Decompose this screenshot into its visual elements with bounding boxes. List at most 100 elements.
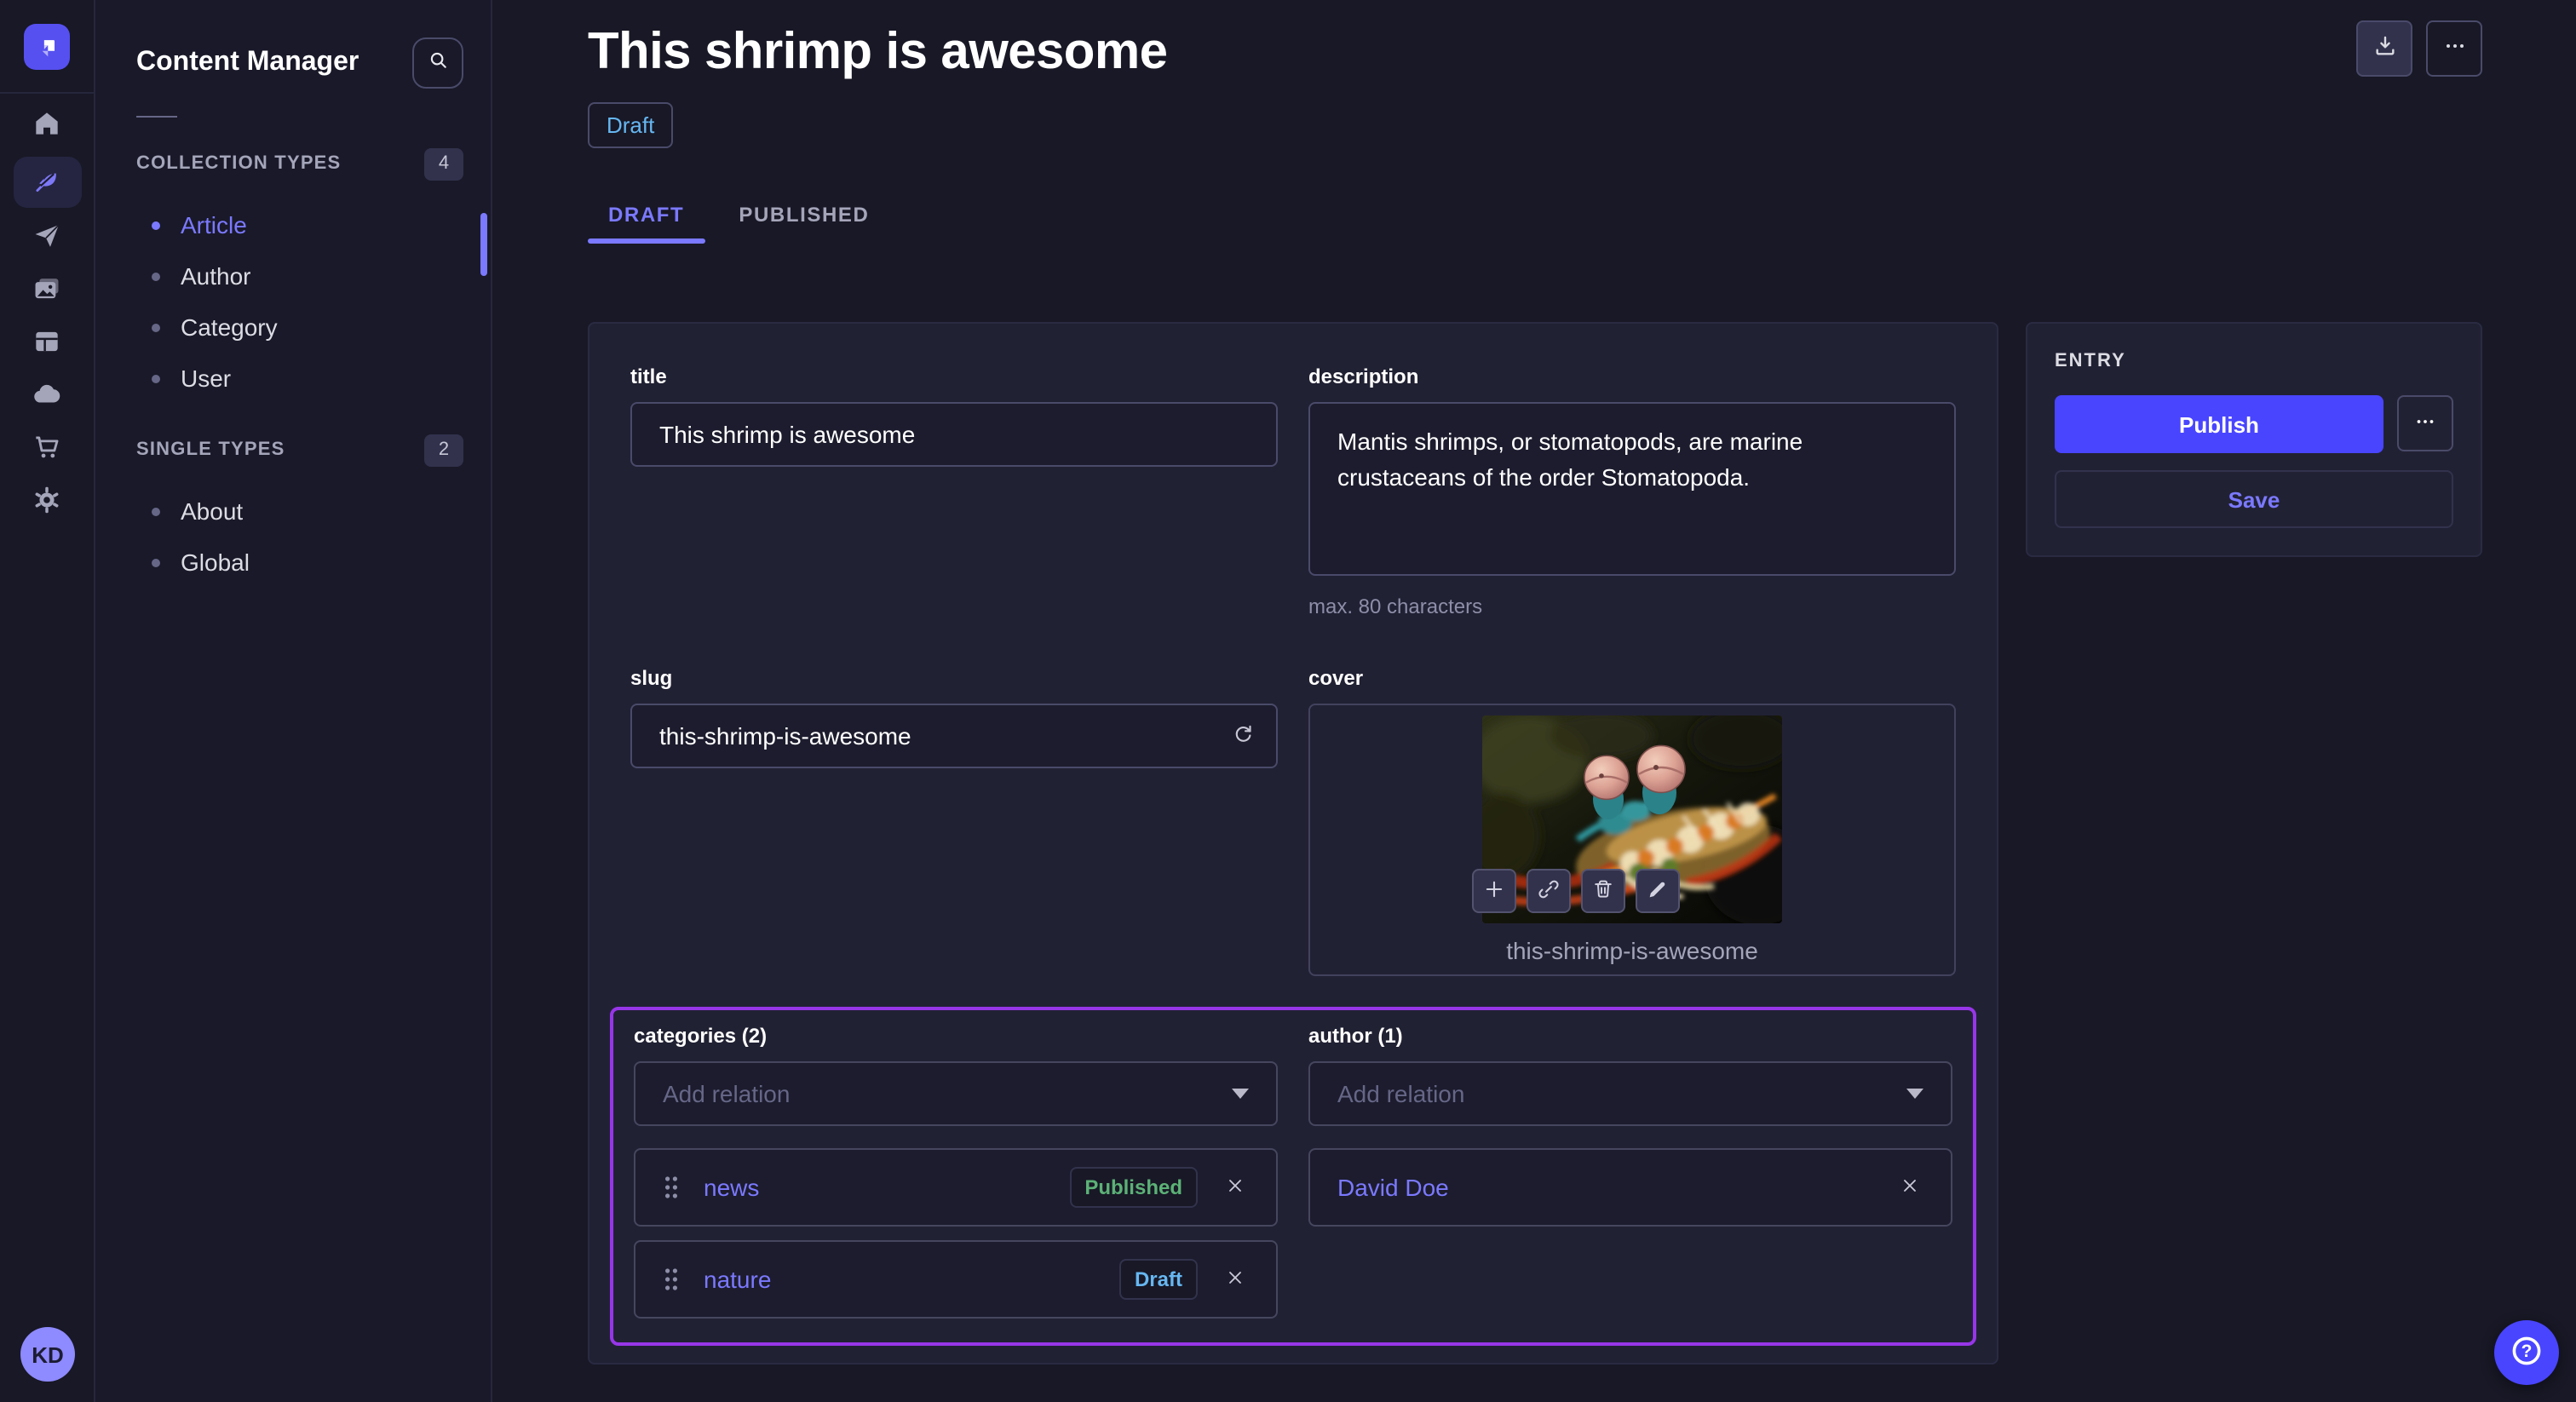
relation-link-nature[interactable]: nature [704,1266,1095,1293]
cover-field-label: cover [1308,666,1956,690]
more-horizontal-icon [2412,408,2438,439]
publish-button[interactable]: Publish [2055,395,2383,453]
bullet-icon [152,323,160,331]
single-types-count-badge: 2 [424,434,463,466]
drag-handle-icon[interactable] [663,1266,680,1293]
cover-action-toolbar [1472,869,1680,913]
sidebar-item-category[interactable]: Category [95,302,491,353]
cover-delete-button[interactable] [1581,869,1625,913]
save-button[interactable]: Save [2055,470,2453,528]
feather-content-icon [31,164,63,201]
relation-status-badge: Published [1069,1167,1198,1208]
rail-item-marketplace[interactable] [13,428,81,472]
field-cover: cover [1308,666,1956,976]
bullet-icon [152,374,160,382]
plus-icon [1482,876,1506,905]
subnav-scrollbar-thumb[interactable] [480,213,487,276]
section-single-types: SINGLE TYPES 2 About Global [95,431,491,588]
description-field-label: description [1308,365,1956,388]
home-icon [31,107,63,145]
relation-status-badge: Draft [1119,1259,1198,1300]
collection-types-count-badge: 4 [424,147,463,180]
relations-highlight-section: categories (2) Add relation [610,1007,1976,1346]
categories-add-relation-select[interactable]: Add relation [634,1061,1278,1126]
cover-add-button[interactable] [1472,869,1516,913]
search-icon [425,48,451,78]
sidebar-item-about[interactable]: About [95,486,491,537]
add-relation-placeholder: Add relation [663,1080,790,1107]
question-mark-icon: ? [2510,1333,2544,1372]
sidebar-item-global[interactable]: Global [95,537,491,588]
field-title: title [630,365,1278,618]
slug-regenerate-button[interactable] [1216,710,1268,761]
author-add-relation-select[interactable]: Add relation [1308,1061,1952,1126]
sidebar-item-author[interactable]: Author [95,250,491,302]
paper-plane-icon [31,220,63,257]
field-author: author (1) Add relation David Doe [1308,1024,1952,1319]
bullet-icon [152,272,160,280]
field-slug: slug [630,666,1278,976]
close-icon [1900,1175,1920,1200]
content-manager-subnav: Content Manager COLLECTION TYPES 4 Ar [95,0,492,1402]
main-content: This shrimp is awesome Draft DRAFT PUBLI… [494,0,2576,1402]
pencil-icon [1646,876,1670,905]
sidebar-item-user[interactable]: User [95,353,491,404]
cover-filename: this-shrimp-is-awesome [1506,937,1758,964]
rail-item-settings[interactable] [13,480,81,525]
sidebar-item-label: Article [181,211,247,238]
remove-relation-button[interactable] [1896,1171,1923,1204]
tab-draft[interactable]: DRAFT [588,203,704,244]
bullet-icon [152,558,160,566]
field-categories: categories (2) Add relation [634,1024,1278,1319]
download-button[interactable] [2356,20,2412,77]
layout-card-icon [31,325,63,363]
cover-edit-button[interactable] [1636,869,1680,913]
header-more-button[interactable] [2426,20,2482,77]
entry-more-button[interactable] [2397,395,2453,451]
subnav-divider [136,116,177,118]
slug-input[interactable] [630,704,1278,768]
remove-relation-button[interactable] [1222,1171,1249,1204]
bullet-icon [152,507,160,515]
remove-relation-button[interactable] [1222,1263,1249,1296]
rail-item-content-manager[interactable] [13,157,81,208]
page-title: This shrimp is awesome [588,24,2482,82]
field-description: description Mantis shrimps, or stomatopo… [1308,365,1956,618]
relation-item-nature: nature Draft [634,1240,1278,1319]
rail-item-home[interactable] [13,104,81,148]
rail-item-deploy[interactable] [13,375,81,419]
strapi-logo-icon [24,24,70,70]
sidebar-item-label: Author [181,262,251,290]
description-textarea[interactable]: Mantis shrimps, or stomatopods, are mari… [1308,402,1956,576]
rail-item-media-library[interactable] [13,269,81,313]
drag-handle-icon[interactable] [663,1174,680,1201]
sidebar-item-article[interactable]: Article [95,199,491,250]
user-avatar[interactable]: KD [20,1327,75,1382]
relation-item-david-doe: David Doe [1308,1148,1952,1227]
edit-form-panel: title description Mantis shrimps, or sto… [588,322,1998,1365]
relation-item-news: news Published [634,1148,1278,1227]
title-field-label: title [630,365,1278,388]
section-collection-types: COLLECTION TYPES 4 Article Author Catego… [95,145,491,404]
tab-published[interactable]: PUBLISHED [718,203,889,244]
help-button[interactable]: ? [2494,1320,2559,1385]
relation-link-david-doe[interactable]: David Doe [1337,1174,1872,1201]
title-input[interactable] [630,402,1278,467]
rail-item-content-type-builder[interactable] [13,322,81,366]
refresh-icon [1229,721,1255,751]
sidebar-item-label: Category [181,313,278,341]
rail-divider [0,92,95,94]
add-relation-placeholder: Add relation [1337,1080,1464,1107]
link-icon [1537,876,1561,905]
sidebar-item-label: Global [181,549,250,576]
rail-item-releases[interactable] [13,216,81,261]
main-nav-rail: KD [0,0,95,1402]
search-button[interactable] [412,37,463,89]
cloud-icon [31,378,63,416]
cover-copy-link-button[interactable] [1527,869,1571,913]
section-label: SINGLE TYPES [136,440,285,460]
more-horizontal-icon [2441,32,2468,65]
relation-link-news[interactable]: news [704,1174,1045,1201]
app-window: KD Content Manager COLLECTION TYPES 4 [0,0,2576,1402]
cart-icon [31,431,63,468]
